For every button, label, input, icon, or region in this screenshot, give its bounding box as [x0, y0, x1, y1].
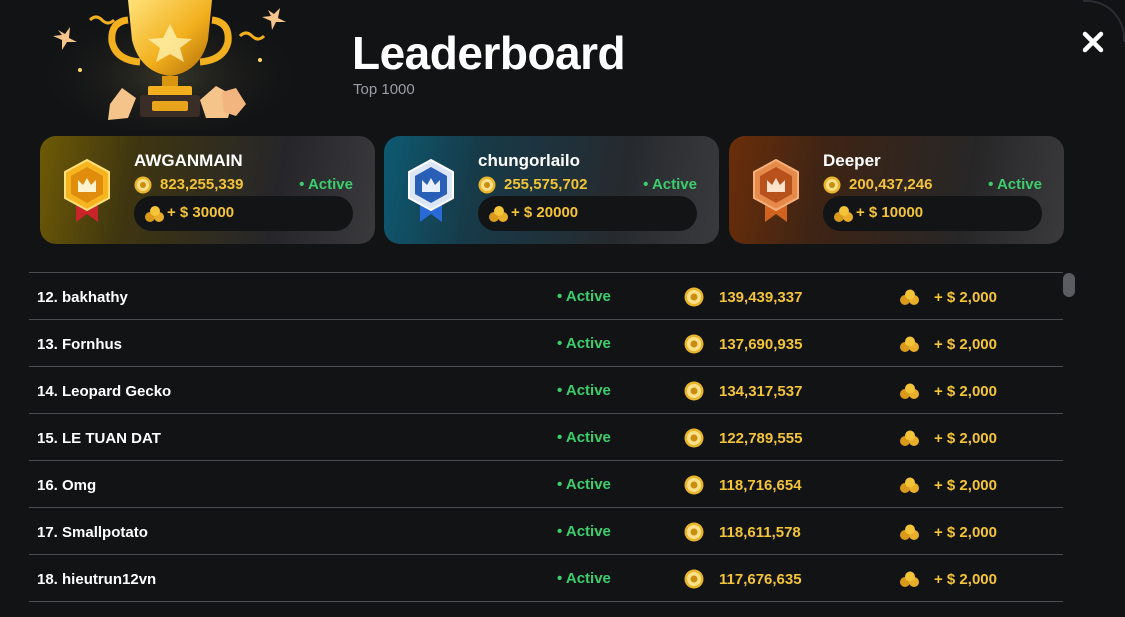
table-row[interactable]: 14. Leopard Gecko • Active 134,317,537 +…	[29, 366, 1063, 413]
prize-coins-icon	[489, 206, 508, 222]
leaderboard-list[interactable]: 12. bakhathy • Active 139,439,337 + $ 2,…	[29, 272, 1063, 602]
status-badge: • Active	[299, 176, 353, 193]
coin-icon	[684, 334, 704, 354]
prize-coins-icon	[900, 289, 919, 305]
gold-rank-badge-icon	[64, 158, 110, 222]
top-card-score: 823,255,339	[160, 176, 244, 193]
coin-icon	[684, 475, 704, 495]
top-card-prize-amount: + $ 30000	[167, 204, 235, 221]
player-score: 134,317,537	[719, 383, 803, 400]
player-prize: + $ 2,000	[934, 336, 997, 353]
prize-coins-icon	[900, 571, 919, 587]
player-prize: + $ 2,000	[934, 524, 997, 541]
top-card-prize: + $ 30000	[134, 196, 353, 231]
prize-coins-icon	[145, 206, 164, 222]
coin-icon	[684, 569, 704, 589]
top-card-score: 255,575,702	[504, 176, 588, 193]
page-subtitle: Top 1000	[353, 81, 415, 98]
player-name: 18. hieutrun12vn	[37, 571, 157, 588]
top-card-name: chungorlailo	[478, 151, 580, 170]
table-row[interactable]: 17. Smallpotato • Active 118,611,578 + $…	[29, 507, 1063, 554]
coin-icon	[823, 176, 841, 194]
prize-coins-icon	[900, 383, 919, 399]
coin-icon	[684, 287, 704, 307]
player-prize: + $ 2,000	[934, 477, 997, 494]
prize-coins-icon	[834, 206, 853, 222]
status-badge: • Active	[557, 382, 611, 399]
player-name: 14. Leopard Gecko	[37, 383, 172, 400]
status-badge: • Active	[557, 476, 611, 493]
status-badge: • Active	[643, 176, 697, 193]
status-badge: • Active	[557, 570, 611, 587]
player-prize: + $ 2,000	[934, 289, 997, 306]
table-row[interactable]: 13. Fornhus • Active 137,690,935 + $ 2,0…	[29, 319, 1063, 366]
status-badge: • Active	[557, 335, 611, 352]
player-name: 12. bakhathy	[37, 289, 128, 306]
player-score: 118,611,578	[719, 524, 801, 541]
status-badge: • Active	[557, 523, 611, 540]
blue-rank-badge-icon	[408, 158, 454, 222]
player-name: 13. Fornhus	[37, 336, 123, 353]
page-title: Leaderboard	[352, 27, 626, 79]
top-card-rank-2[interactable]: chungorlailo 255,575,702 • Active + $ 20…	[384, 136, 719, 244]
top-card-score: 200,437,246	[849, 176, 933, 193]
top-card-rank-3[interactable]: Deeper 200,437,246 • Active + $ 10000	[729, 136, 1064, 244]
player-name: 15. LE TUAN DAT	[37, 430, 161, 447]
close-icon[interactable]	[1080, 29, 1106, 55]
player-score: 117,676,635	[719, 571, 802, 588]
leaderboard-modal: Leaderboard Top 1000 AWGANMAIN 823,255,3…	[0, 0, 1125, 617]
top-card-rank-1[interactable]: AWGANMAIN 823,255,339 • Active + $ 30000	[40, 136, 375, 244]
table-row[interactable]: 15. LE TUAN DAT • Active 122,789,555 + $…	[29, 413, 1063, 460]
player-name: 17. Smallpotato	[37, 524, 148, 541]
top-card-prize-amount: + $ 10000	[856, 204, 924, 221]
prize-coins-icon	[900, 524, 919, 540]
player-score: 139,439,337	[719, 289, 803, 306]
player-prize: + $ 2,000	[934, 571, 997, 588]
table-row[interactable]: 12. bakhathy • Active 139,439,337 + $ 2,…	[29, 272, 1063, 319]
table-row[interactable]: 16. Omg • Active 118,716,654 + $ 2,000	[29, 460, 1063, 507]
top-card-name: Deeper	[823, 151, 881, 170]
status-badge: • Active	[557, 288, 611, 305]
coin-icon	[478, 176, 496, 194]
trophy-icon	[45, 0, 295, 130]
coin-icon	[684, 522, 704, 542]
top-card-prize: + $ 20000	[478, 196, 697, 231]
top-card-prize: + $ 10000	[823, 196, 1042, 231]
player-score: 137,690,935	[719, 336, 803, 353]
coin-icon	[134, 176, 152, 194]
status-badge: • Active	[557, 429, 611, 446]
table-row[interactable]: 18. hieutrun12vn • Active 117,676,635 + …	[29, 554, 1063, 602]
top-card-name: AWGANMAIN	[134, 151, 243, 170]
player-prize: + $ 2,000	[934, 430, 997, 447]
prize-coins-icon	[900, 477, 919, 493]
status-badge: • Active	[988, 176, 1042, 193]
player-score: 118,716,654	[719, 477, 802, 494]
player-name: 16. Omg	[37, 477, 97, 494]
coin-icon	[684, 381, 704, 401]
list-scrollbar[interactable]	[1063, 273, 1075, 297]
player-prize: + $ 2,000	[934, 383, 997, 400]
prize-coins-icon	[900, 336, 919, 352]
player-score: 122,789,555	[719, 430, 803, 447]
coin-icon	[684, 428, 704, 448]
prize-coins-icon	[900, 430, 919, 446]
top-card-prize-amount: + $ 20000	[511, 204, 579, 221]
bronze-rank-badge-icon	[753, 158, 799, 222]
